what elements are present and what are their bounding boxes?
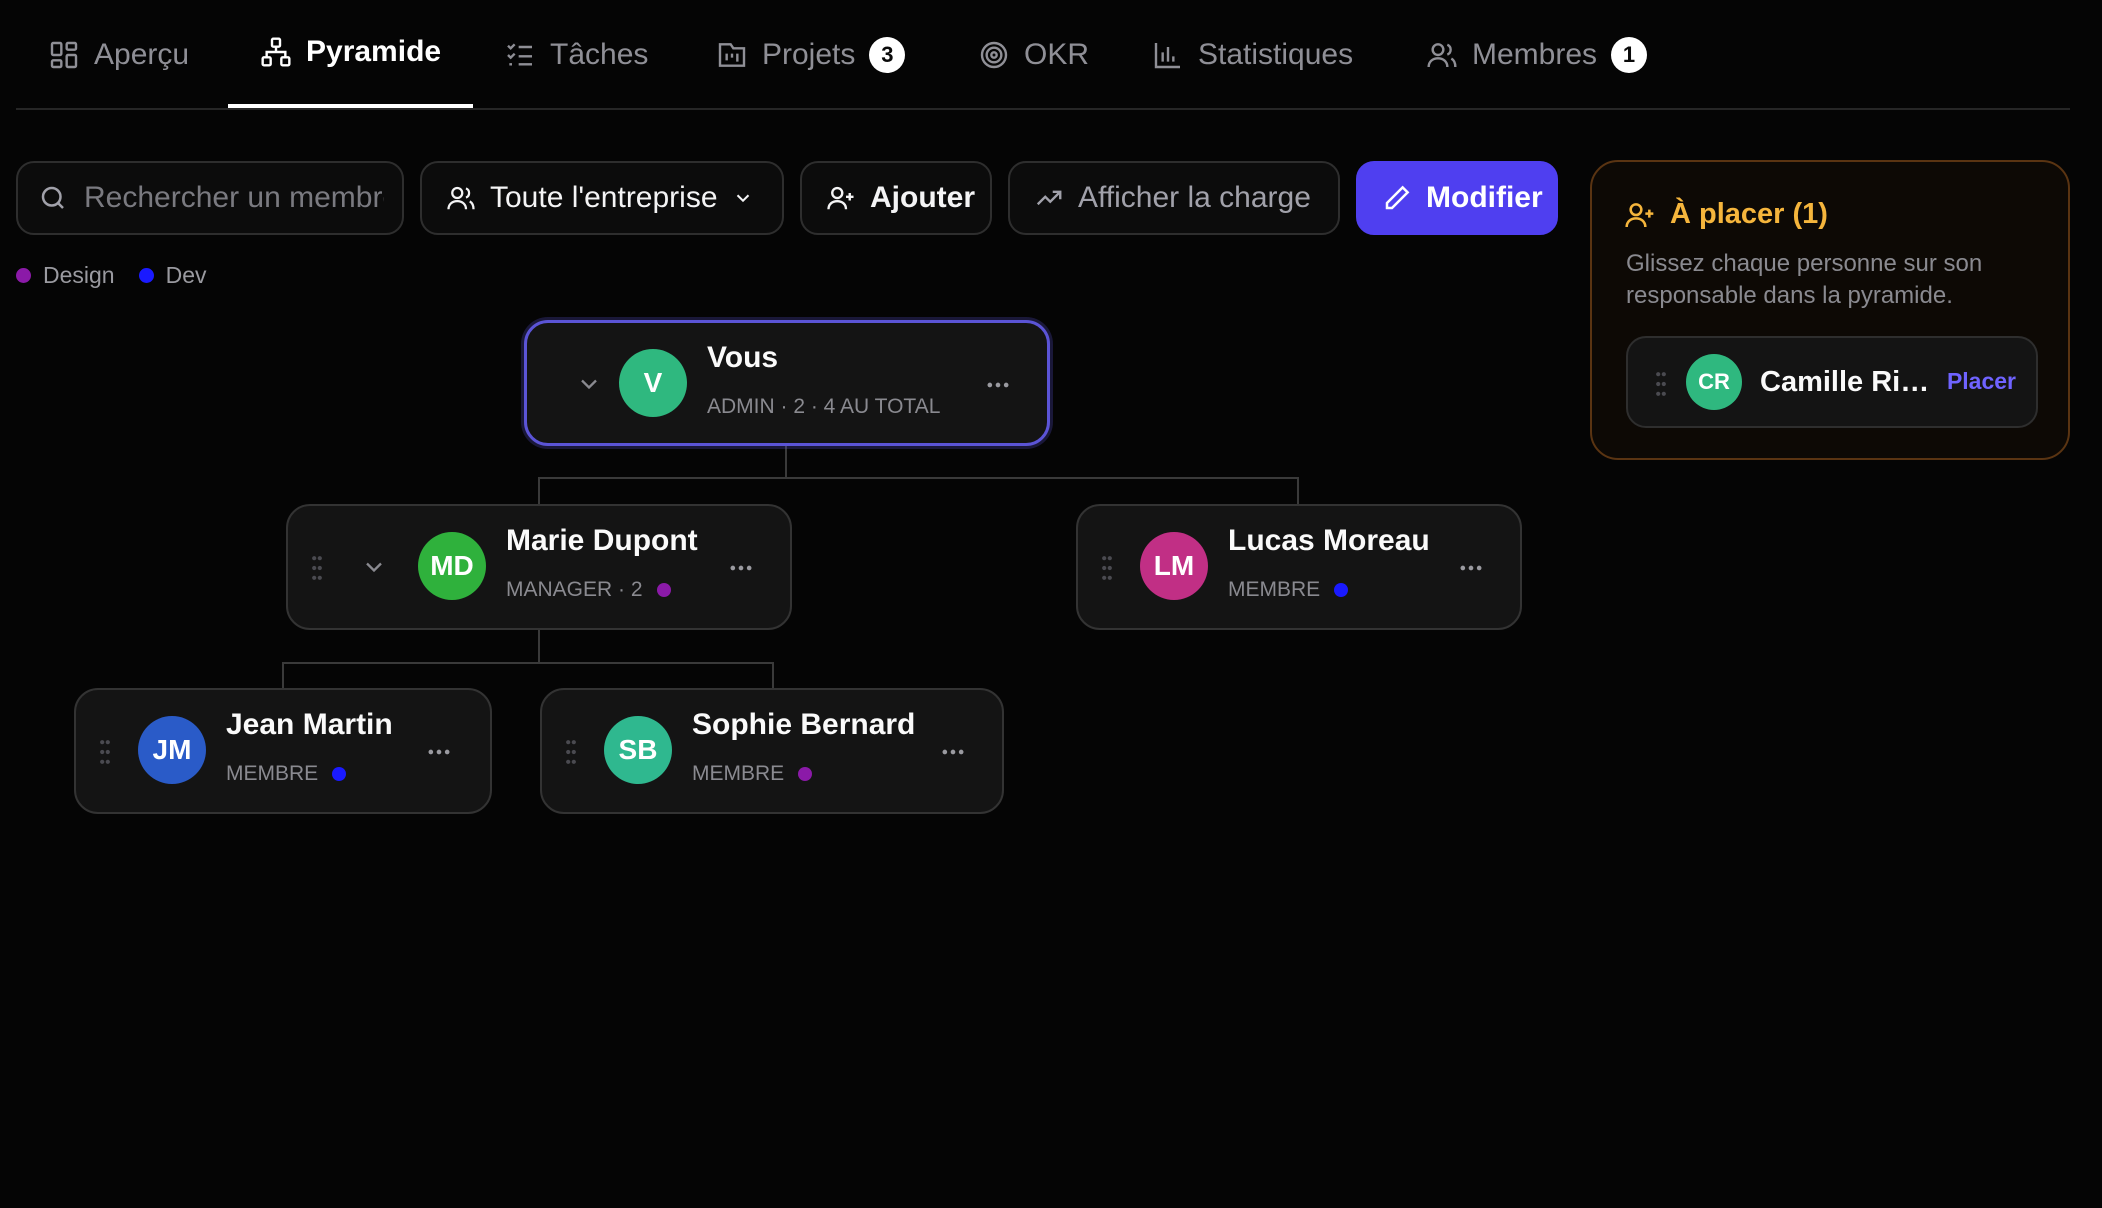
more-options-icon[interactable] xyxy=(724,554,758,582)
unplaced-member-item[interactable]: CR Camille Rivière Placer xyxy=(1626,336,2038,428)
team-dot xyxy=(798,767,813,781)
org-node-vous[interactable]: V Vous ADMIN · 2 · 4 AU TOTAL xyxy=(524,320,1050,446)
user-plus-icon xyxy=(1625,202,1654,227)
member-name: Lucas Moreau xyxy=(1228,524,1430,557)
member-name: Sophie Bernard xyxy=(692,708,916,741)
member-role: MEMBRE xyxy=(1228,578,1349,602)
member-role-text: MEMBRE xyxy=(692,762,785,785)
collapse-chevron-icon[interactable] xyxy=(575,370,603,398)
org-node-jean-martin[interactable]: JM Jean Martin MEMBRE xyxy=(74,688,492,814)
member-role-text: ADMIN · 2 · 4 AU TOTAL xyxy=(707,395,941,418)
team-dot xyxy=(1334,583,1349,597)
more-options-icon[interactable] xyxy=(422,738,456,766)
avatar: MD xyxy=(418,532,486,600)
team-dot xyxy=(656,583,671,597)
avatar-initials: SB xyxy=(618,734,658,765)
member-role: MEMBRE xyxy=(226,762,347,786)
org-node-marie-dupont[interactable]: MD Marie Dupont MANAGER · 2 xyxy=(286,504,792,630)
member-name: Jean Martin xyxy=(226,708,393,741)
drag-handle-icon[interactable] xyxy=(1654,370,1668,398)
panel-description: Glissez chaque personne sur son responsa… xyxy=(1626,250,1983,309)
member-name: Vous xyxy=(707,341,779,374)
member-role-text: MEMBRE xyxy=(226,762,319,785)
org-node-lucas-moreau[interactable]: LM Lucas Moreau MEMBRE xyxy=(1076,504,1522,630)
place-button[interactable]: Placer xyxy=(1947,368,2016,395)
member-role: ADMIN · 2 · 4 AU TOTAL xyxy=(707,395,940,419)
avatar: CR xyxy=(1686,354,1742,410)
member-role: MEMBRE xyxy=(692,762,813,786)
panel-title-text: À placer (1) xyxy=(1670,198,1828,230)
avatar-initials: MD xyxy=(430,550,474,581)
drag-handle-icon[interactable] xyxy=(310,554,324,582)
more-options-icon[interactable] xyxy=(981,371,1015,399)
drag-handle-icon[interactable] xyxy=(1100,554,1114,582)
avatar: SB xyxy=(604,716,672,784)
team-dot xyxy=(332,767,347,781)
member-role-text: MEMBRE xyxy=(1228,578,1321,601)
more-options-icon[interactable] xyxy=(936,738,970,766)
drag-handle-icon[interactable] xyxy=(564,738,578,766)
avatar-initials: V xyxy=(643,367,663,398)
avatar: LM xyxy=(1140,532,1208,600)
org-node-sophie-bernard[interactable]: SB Sophie Bernard MEMBRE xyxy=(540,688,1004,814)
member-name: Camille Rivière xyxy=(1760,366,1930,398)
member-role: MANAGER · 2 xyxy=(506,578,671,602)
member-role-text: MANAGER · 2 xyxy=(506,578,643,601)
panel-title: À placer (1) xyxy=(1624,198,1828,231)
drag-handle-icon[interactable] xyxy=(98,738,112,766)
avatar-initials: CR xyxy=(1698,369,1730,394)
avatar: V xyxy=(619,349,687,417)
avatar-initials: LM xyxy=(1153,550,1195,581)
member-name: Marie Dupont xyxy=(506,524,698,557)
more-options-icon[interactable] xyxy=(1454,554,1488,582)
unplaced-members-panel: À placer (1) Glissez chaque personne sur… xyxy=(1590,160,2070,460)
avatar-initials: JM xyxy=(152,734,192,765)
collapse-chevron-icon[interactable] xyxy=(360,553,388,581)
avatar: JM xyxy=(138,716,206,784)
